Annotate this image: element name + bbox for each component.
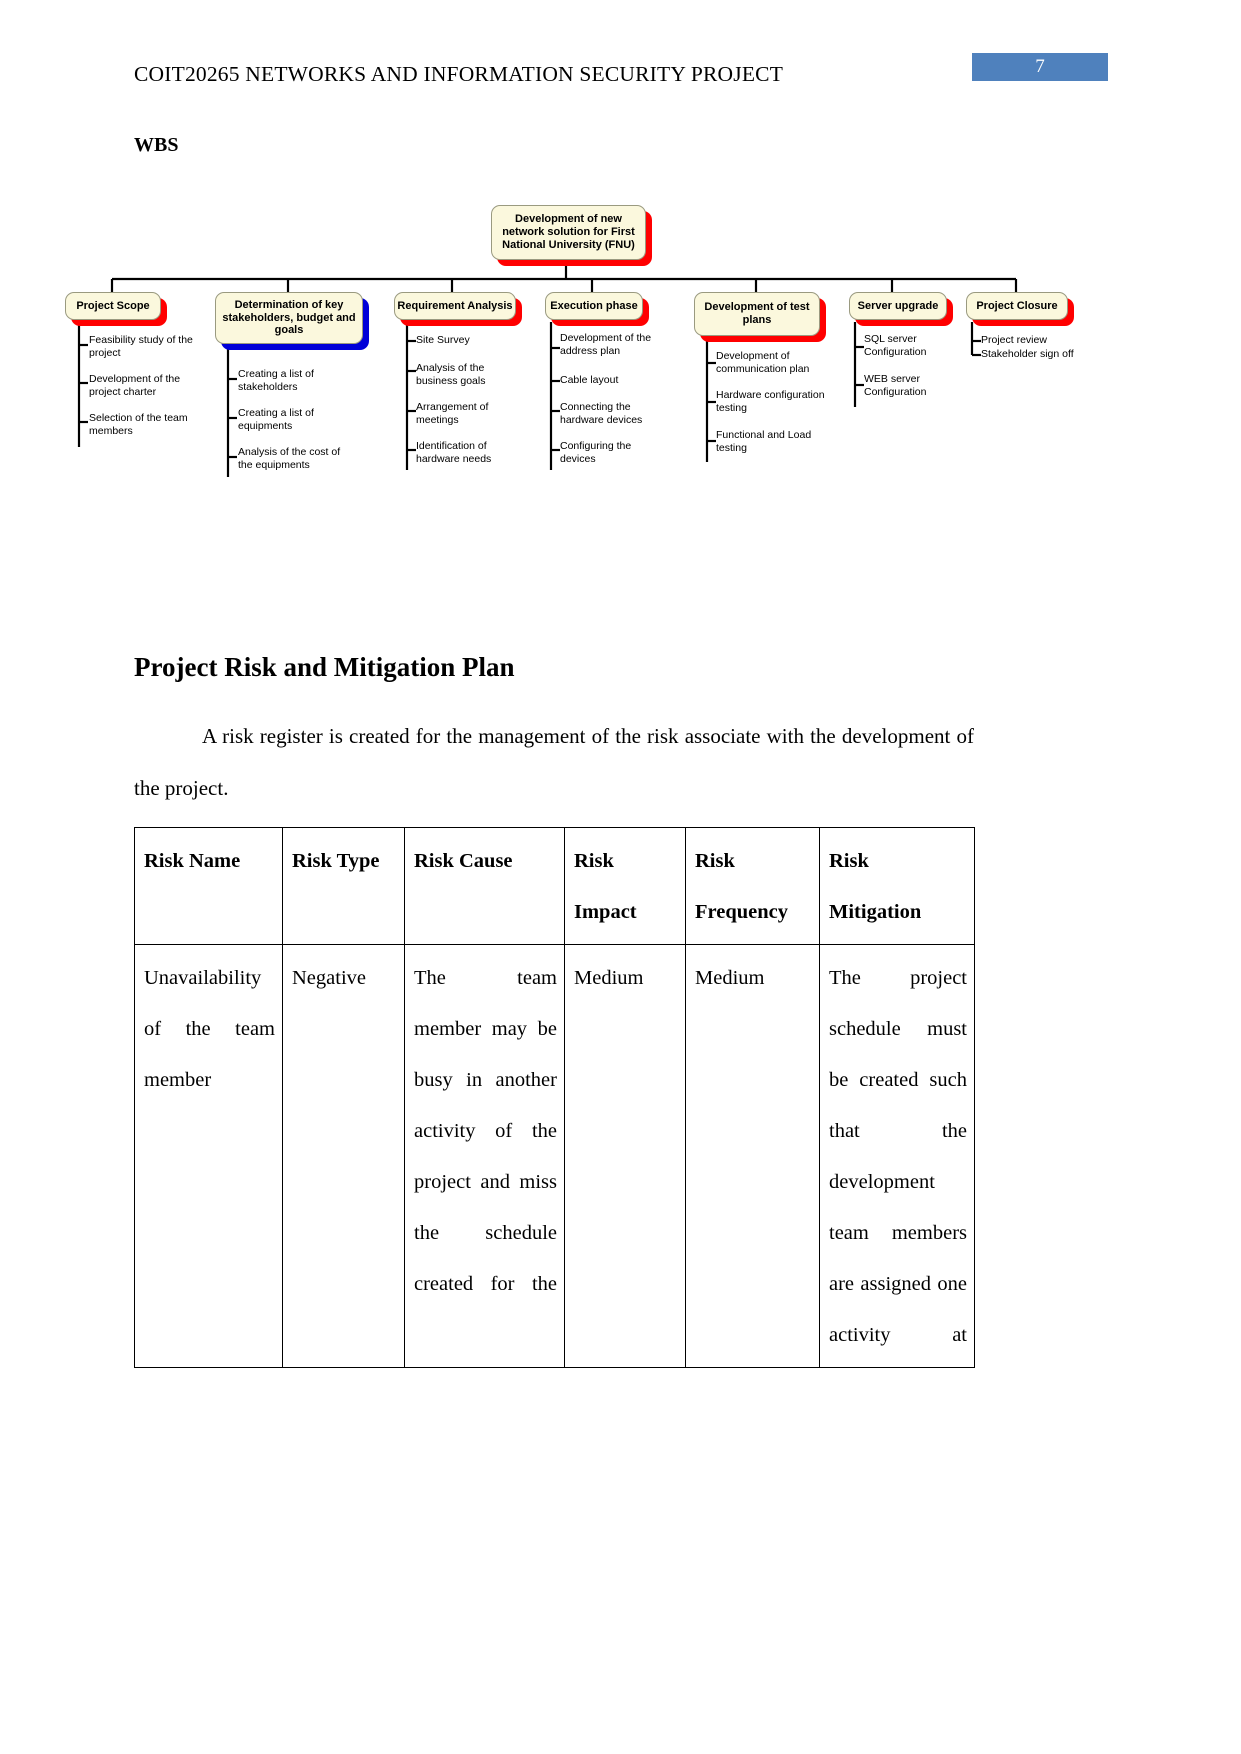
table-header-row: Risk Name Risk Type Risk Cause Risk Impa… (134, 827, 975, 945)
risk-intro-paragraph: A risk register is created for the manag… (134, 724, 974, 800)
cell-risk-impact: Medium (564, 944, 686, 1368)
branch-label: Project Scope (76, 299, 150, 312)
leaf-determination-2: Creating a list of equipments (238, 407, 314, 432)
leaf-server-upgrade-1: SQL server Configuration (864, 333, 927, 358)
leaf-project-scope-1: Feasibility study of the project (89, 334, 193, 359)
leaf-test-plans-3: Functional and Load testing (716, 429, 812, 454)
header-line-2: Frequency (695, 901, 789, 923)
column-header-risk-type: Risk Type (282, 827, 405, 945)
leaf-requirement-2: Analysis of the business goals (416, 362, 486, 387)
leaf-test-plans-2: Hardware configuration testing (716, 389, 825, 414)
leaf-project-closure-2: Stakeholder sign off (981, 348, 1074, 360)
cell-risk-cause: The team member may be busy in another a… (404, 944, 565, 1368)
document-header-title: COIT20265 NETWORKS AND INFORMATION SECUR… (134, 62, 784, 86)
branch-label: Development of test plans (704, 301, 810, 326)
leaf-determination-1: Creating a list of stakeholders (238, 368, 314, 393)
leaf-execution-3: Connecting the hardware devices (560, 401, 643, 426)
leaf-project-scope-3: Selection of the team members (89, 412, 188, 437)
table-row: Unavailability of the team member Negati… (134, 944, 975, 1368)
header-line-1: Risk (574, 850, 614, 872)
header-line-2: Mitigation (829, 901, 922, 923)
leaf-project-scope-2: Development of the project charter (89, 373, 181, 398)
leaf-test-plans-1: Development of communication plan (716, 350, 810, 375)
branch-label: Determination of key stakeholders, budge… (222, 298, 356, 337)
cell-risk-mitigation: The project schedule must be created suc… (819, 944, 975, 1368)
branch-label: Project Closure (976, 299, 1058, 312)
wbs-branch-server-upgrade[interactable]: Server upgrade (849, 292, 947, 320)
leaf-execution-1: Development of the address plan (560, 332, 652, 357)
page-number-badge: 7 (972, 53, 1108, 81)
branch-label: Execution phase (550, 299, 638, 312)
header-line-1: Risk (695, 850, 735, 872)
leaf-execution-4: Configuring the devices (560, 440, 632, 465)
column-header-risk-mitigation: Risk Mitigation (819, 827, 975, 945)
wbs-diagram: Development of new network solution for … (0, 185, 1241, 505)
header-line-2: Impact (574, 901, 637, 923)
column-header-risk-name: Risk Name (134, 827, 283, 945)
cell-risk-frequency: Medium (685, 944, 820, 1368)
column-header-risk-frequency: Risk Frequency (685, 827, 820, 945)
wbs-root-node[interactable]: Development of new network solution for … (491, 205, 646, 260)
cell-risk-type: Negative (282, 944, 405, 1368)
wbs-branch-determination[interactable]: Determination of key stakeholders, budge… (215, 292, 363, 344)
wbs-branch-execution-phase[interactable]: Execution phase (545, 292, 643, 320)
wbs-root-label: Development of new network solution for … (502, 213, 635, 251)
header-line-1: Risk (829, 850, 869, 872)
leaf-requirement-1: Site Survey (416, 334, 470, 346)
branch-label: Server upgrade (857, 299, 939, 312)
column-header-risk-impact: Risk Impact (564, 827, 686, 945)
leaf-determination-3: Analysis of the cost of the equipments (238, 446, 341, 471)
page-title: Project Risk and Mitigation Plan (134, 652, 515, 682)
cell-risk-name: Unavailability of the team member (134, 944, 283, 1368)
column-header-risk-cause: Risk Cause (404, 827, 565, 945)
leaf-server-upgrade-2: WEB server Configuration (864, 373, 927, 398)
risk-register-table: Risk Name Risk Type Risk Cause Risk Impa… (134, 827, 975, 1368)
leaf-project-closure-1: Project review (981, 334, 1047, 346)
leaf-execution-2: Cable layout (560, 374, 619, 386)
wbs-branch-test-plans[interactable]: Development of test plans (694, 292, 820, 336)
branch-label: Requirement Analysis (397, 299, 513, 312)
leaf-requirement-4: Identification of hardware needs (416, 440, 492, 465)
wbs-branch-project-closure[interactable]: Project Closure (966, 292, 1068, 320)
wbs-branch-project-scope[interactable]: Project Scope (65, 292, 161, 320)
wbs-branch-requirement-analysis[interactable]: Requirement Analysis (394, 292, 516, 320)
leaf-requirement-3: Arrangement of meetings (416, 401, 489, 426)
wbs-section-label: WBS (134, 134, 179, 156)
